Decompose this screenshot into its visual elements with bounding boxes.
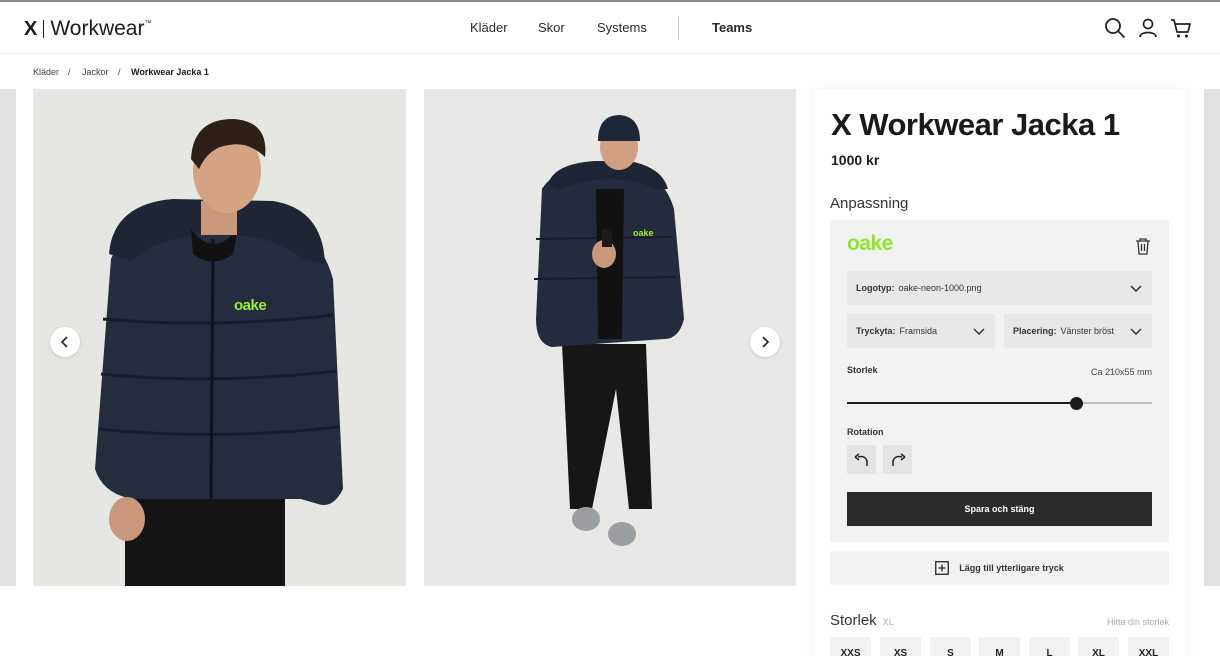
logo-divider (43, 20, 45, 38)
rotate-left-button[interactable] (847, 445, 876, 474)
product-panel: X Workwear Jacka 1 1000 kr Anpassning oa… (814, 89, 1186, 656)
jacket-photo-illustration-full (424, 89, 796, 586)
nav-item-teams[interactable]: Teams (712, 20, 752, 35)
gallery-prev-button[interactable] (50, 327, 80, 357)
nav-item-systems[interactable]: Systems (597, 20, 647, 35)
nav-divider (678, 16, 679, 40)
size-option-s[interactable]: S (930, 637, 971, 656)
breadcrumb-item-jackor[interactable]: Jackor (82, 67, 109, 77)
chest-logo-print: oake (633, 228, 654, 238)
print-size-slider[interactable] (847, 402, 1152, 404)
find-size-link[interactable]: Hitta din storlek (1107, 617, 1169, 627)
chevron-down-icon (1130, 285, 1142, 293)
size-heading-text: Storlek (830, 612, 877, 629)
add-print-label: Lägg till ytterligare tryck (959, 563, 1064, 573)
placering-label: Placering: (1013, 326, 1057, 336)
rotate-right-icon (891, 452, 905, 466)
print-customization-card: oake Logotyp: oake-neon-1000.png Tryckyt… (830, 220, 1169, 542)
save-and-close-button[interactable]: Spara och stäng (847, 492, 1152, 526)
rotation-label: Rotation (847, 427, 884, 437)
plus-square-icon (935, 561, 950, 575)
product-title: X Workwear Jacka 1 (831, 107, 1120, 142)
account-icon[interactable] (1137, 17, 1159, 39)
breadcrumb-item-klader[interactable]: Kläder (33, 67, 59, 77)
site-logo[interactable]: X Workwear ™ (24, 17, 151, 41)
size-option-xxs[interactable]: XXS (830, 637, 871, 656)
placering-value: Vänster bröst (1060, 326, 1115, 336)
logotyp-label: Logotyp: (856, 283, 895, 293)
size-option-xs[interactable]: XS (880, 637, 921, 656)
trash-icon[interactable] (1135, 237, 1151, 255)
chevron-down-icon (1130, 328, 1142, 336)
cart-icon[interactable] (1170, 17, 1192, 39)
logo-mark: X (24, 17, 38, 40)
product-photo-front: oake (33, 89, 406, 586)
tryckyta-value: Framsida (899, 326, 938, 336)
product-price: 1000 kr (831, 152, 880, 168)
print-size-slider-handle[interactable] (1069, 397, 1083, 410)
add-print-button[interactable]: Lägg till ytterligare tryck (830, 551, 1169, 585)
chevron-down-icon (973, 328, 985, 336)
chest-logo-print: oake (234, 297, 267, 314)
size-selected-value: XL (882, 617, 894, 627)
print-size-value: Ca 210x55 mm (1090, 367, 1152, 377)
gallery-next-button[interactable] (750, 327, 780, 357)
rotate-right-button[interactable] (883, 445, 912, 474)
nav-item-skor[interactable]: Skor (538, 20, 565, 35)
search-icon[interactable] (1104, 17, 1126, 39)
nav-item-klader[interactable]: Kläder (470, 20, 508, 35)
logotyp-select[interactable]: Logotyp: oake-neon-1000.png (847, 271, 1152, 305)
chevron-right-icon (762, 336, 770, 348)
gallery-edge-left (0, 89, 16, 586)
size-option-xxl[interactable]: XXL (1128, 637, 1169, 656)
size-option-xl[interactable]: XL (1078, 637, 1119, 656)
chevron-left-icon (60, 336, 68, 348)
print-size-label: Storlek (847, 365, 878, 375)
jacket-photo-illustration (33, 89, 406, 586)
customization-heading: Anpassning (830, 195, 909, 212)
site-header: X Workwear ™ Kläder Skor Systems Teams (0, 2, 1220, 54)
size-option-l[interactable]: L (1029, 637, 1070, 656)
print-size-slider-fill (847, 402, 1076, 404)
breadcrumb-separator: / (68, 67, 71, 77)
print-logo-preview: oake (847, 232, 893, 255)
logo-text: Workwear (50, 17, 145, 40)
size-option-m[interactable]: M (979, 637, 1020, 656)
tryckyta-select[interactable]: Tryckyta: Framsida (847, 314, 995, 348)
size-heading: Storlek XL (830, 612, 894, 629)
breadcrumb-current: Workwear Jacka 1 (131, 67, 209, 77)
rotate-left-icon (854, 452, 868, 466)
product-photo-full: oake (424, 89, 796, 586)
logotyp-value: oake-neon-1000.png (898, 283, 982, 293)
tryckyta-label: Tryckyta: (856, 326, 896, 336)
gallery-edge-right (1204, 89, 1220, 586)
breadcrumb-separator: / (118, 67, 121, 77)
placering-select[interactable]: Placering: Vänster bröst (1004, 314, 1152, 348)
logo-trademark: ™ (144, 19, 152, 27)
